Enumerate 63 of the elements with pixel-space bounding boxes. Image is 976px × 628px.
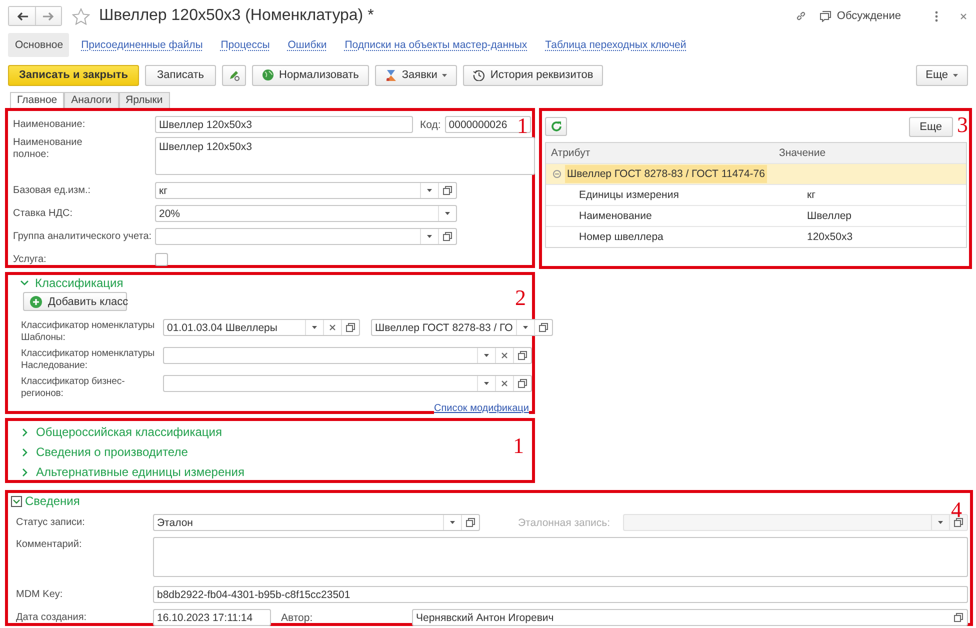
- field-label: Эталонная запись:: [518, 516, 612, 528]
- save-close-button[interactable]: Записать и закрыть: [8, 64, 140, 86]
- window-title: Швеллер 120x50x3 (Номенклатура) *: [99, 7, 374, 25]
- modifications-link[interactable]: Список модификаци: [434, 403, 529, 415]
- field-label: Код:: [420, 118, 441, 130]
- dropdown-field[interactable]: Швеллер ГОСТ 8278-83 / ГО: [371, 319, 553, 336]
- table-cell: Единицы измерения: [579, 189, 679, 201]
- form-tab[interactable]: Аналоги: [64, 92, 119, 108]
- field-label: Дата создания:: [16, 612, 88, 624]
- input-field[interactable]: Чернявский Антон Игоревич: [412, 609, 968, 626]
- add-class-button[interactable]: Добавить класс: [23, 292, 127, 311]
- column-header[interactable]: Значение: [779, 147, 966, 159]
- dropdown-field[interactable]: 20%: [155, 205, 457, 222]
- normalize-button[interactable]: Нормализовать: [252, 64, 369, 86]
- requests-button[interactable]: Заявки: [374, 64, 458, 86]
- form-tab[interactable]: Ярлыки: [118, 92, 170, 108]
- field-label: Услуга:: [13, 254, 48, 266]
- nav-tab[interactable]: Основное: [8, 33, 70, 57]
- field-label: Автор:: [281, 612, 314, 624]
- field-label: Ставка НДС:: [13, 208, 74, 220]
- dropdown-field[interactable]: кг: [155, 182, 457, 199]
- table-row[interactable]: Номер швеллера 120x50x3: [546, 226, 966, 247]
- nav-tab[interactable]: Подписки на объекты мастер-данных: [338, 33, 534, 57]
- input-field[interactable]: Швеллер 120x50x3: [155, 116, 413, 133]
- field-label: Классификатор номенклатуры Шаблоны:: [20, 320, 156, 344]
- field-label: MDM Key:: [16, 588, 64, 600]
- input-field[interactable]: b8db2922-fb04-4301-b95b-c8f15cc23501: [153, 586, 968, 603]
- table-cell: Номер швеллера: [579, 231, 664, 243]
- save-button[interactable]: Записать: [145, 64, 216, 86]
- field-label: Комментарий:: [16, 539, 83, 551]
- table-row[interactable]: Единицы измерения кг: [546, 184, 966, 205]
- field-label: Группа аналитического учета:: [13, 230, 153, 242]
- dropdown-field[interactable]: Эталон: [153, 514, 480, 531]
- nav-tab[interactable]: Процессы: [214, 33, 276, 57]
- more-button[interactable]: Еще: [908, 116, 953, 136]
- table-cell: 120x50x3: [807, 231, 853, 243]
- table-row[interactable]: Наименование Швеллер: [546, 205, 966, 226]
- field-label: Статус записи:: [16, 516, 86, 528]
- text-area[interactable]: Швеллер 120x50x3: [155, 137, 535, 175]
- discussion-button[interactable]: Обсуждение: [818, 10, 901, 22]
- nav-tab[interactable]: Таблица переходных ключей: [538, 33, 692, 57]
- form-tab[interactable]: Главное: [10, 92, 64, 108]
- history-button[interactable]: История реквизитов: [463, 64, 604, 86]
- field-label: Классификатор бизнес-регионов:: [20, 376, 126, 400]
- annotation-number: 3: [957, 114, 968, 136]
- table-cell: Швеллер: [807, 210, 852, 222]
- field-label: Наименование полное:: [13, 137, 84, 161]
- annotation-number: 4: [951, 499, 962, 521]
- annotation-number: 1: [513, 435, 524, 457]
- field-label: Классификатор номенклатуры Наследование:: [20, 348, 156, 372]
- table-cell: кг: [807, 189, 816, 201]
- dropdown-field[interactable]: 01.01.03.04 Швеллеры: [163, 319, 360, 336]
- field-label: Наименование:: [13, 118, 86, 130]
- nav-tab[interactable]: Ошибки: [280, 33, 333, 57]
- table-cell: Швеллер ГОСТ 8278-83 / ГОСТ 11474-76: [565, 165, 767, 183]
- table-cell: Наименование: [579, 210, 652, 222]
- nav-tab[interactable]: Присоединенные файлы: [74, 33, 209, 57]
- more-button[interactable]: Еще: [916, 64, 968, 86]
- annotation-number: 2: [515, 287, 526, 309]
- input-field[interactable]: 16.10.2023 17:11:14: [153, 609, 271, 626]
- column-header[interactable]: Атрибут: [546, 147, 779, 159]
- selected-row[interactable]: Швеллер ГОСТ 8278-83 / ГОСТ 11474-76: [546, 163, 966, 184]
- field-label: Базовая ед.изм.:: [13, 184, 92, 196]
